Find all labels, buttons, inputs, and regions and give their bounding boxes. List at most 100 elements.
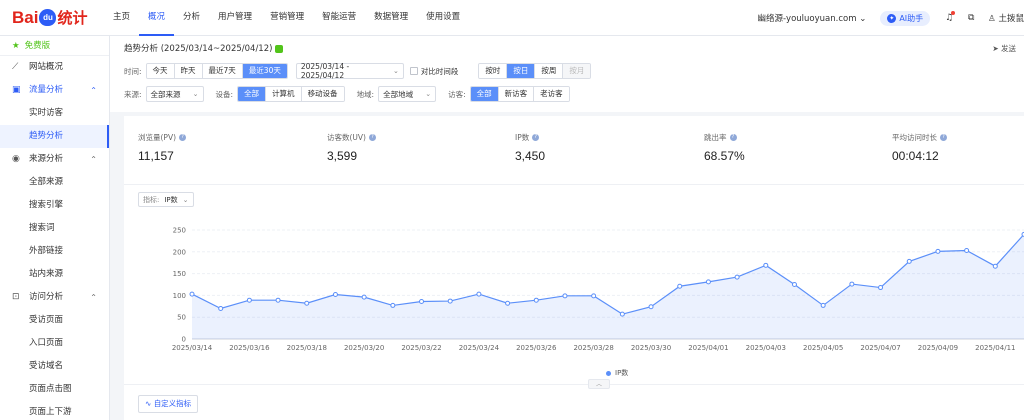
metric-card: IP数? 3,450 (515, 132, 545, 163)
data-point (533, 297, 539, 303)
x-tick-label: 2025/04/09 (918, 344, 958, 352)
sidebar-item[interactable]: 页面上下游 (0, 401, 109, 420)
sidebar-item[interactable]: 入口页面 (0, 332, 109, 355)
time-range-button[interactable]: 昨天 (173, 64, 202, 78)
data-point (677, 283, 683, 289)
metric-card: 跳出率? 68.57% (704, 132, 745, 163)
sidebar-item-label: 外部链接 (29, 246, 64, 256)
top-nav-item[interactable]: 数据管理 (365, 0, 417, 36)
region-select[interactable]: 全部地域 ⌄ (378, 86, 437, 102)
top-nav-item[interactable]: 分析 (174, 0, 209, 36)
indicator-value: IP数 (164, 195, 178, 204)
data-point (820, 302, 826, 308)
top-nav-item[interactable]: 使用设置 (417, 0, 469, 36)
sidebar-item[interactable]: 趋势分析 (0, 125, 109, 148)
data-point (361, 294, 367, 300)
sidebar-group-label: 访问分析 (29, 292, 64, 302)
time-range-button[interactable]: 今天 (146, 64, 174, 78)
sidebar-item-label: 搜索引擎 (29, 200, 64, 210)
time-range-buttons: 今天 昨天 最近7天 最近30天 (145, 63, 288, 79)
copy-icon[interactable]: ⧉ (965, 12, 977, 24)
top-nav-item[interactable]: 营销管理 (261, 0, 313, 36)
x-tick-label: 2025/03/30 (631, 344, 671, 352)
sidebar-item[interactable]: 外部链接 (0, 240, 109, 263)
x-tick-label: 2025/03/26 (516, 344, 557, 352)
y-tick-label: 200 (173, 248, 186, 256)
share-button[interactable]: ➤ 发送 (992, 43, 1016, 54)
data-point (562, 293, 568, 299)
collapse-chevron-icon[interactable]: ︿ (588, 379, 610, 389)
device-button[interactable]: 计算机 (265, 87, 301, 101)
sidebar-group[interactable]: ⊡ 访问分析 ⌃ (0, 286, 109, 309)
notification-dot (951, 11, 956, 15)
help-icon[interactable]: ? (368, 134, 376, 141)
granularity-button[interactable]: 按时 (479, 64, 507, 78)
granularity-buttons: 按时 按日 按周 按月 (478, 63, 592, 79)
user-name: 土拨鼠 (998, 14, 1024, 24)
date-range-value: 2025/03/14 - 2025/04/12 (300, 62, 350, 80)
time-range-button[interactable]: 最近30天 (241, 64, 287, 78)
visitor-button[interactable]: 全部 (470, 87, 498, 101)
sidebar-item[interactable]: 实时访客 (0, 102, 109, 125)
granularity-button[interactable]: 按月 (562, 64, 591, 78)
verified-badge-icon (275, 44, 284, 53)
y-tick-label: 0 (182, 336, 186, 344)
device-button[interactable]: 移动设备 (300, 87, 344, 101)
indicator-select[interactable]: 指标: IP数 ⌄ (138, 192, 194, 207)
page-title: 趋势分析 (2025/03/14~2025/04/12) (124, 42, 284, 54)
sidebar-item[interactable]: 全部来源 (0, 171, 109, 194)
compare-period-checkbox[interactable]: 对比时间段 (409, 66, 458, 77)
filter-panel: 趋势分析 (2025/03/14~2025/04/12) ➤ 发送 时间: 今天… (110, 36, 1024, 112)
top-nav-item[interactable]: 概况 (139, 0, 175, 36)
site-selector[interactable]: 幽络源-youluoyuan.com ⌄ (757, 12, 866, 24)
sidebar-item[interactable]: 搜索引擎 (0, 194, 109, 217)
sidebar-group[interactable]: ▣ 流量分析 ⌃ (0, 79, 109, 102)
sidebar-item-label: 站内来源 (29, 269, 64, 279)
pulse-icon: ∿ (145, 399, 152, 408)
help-icon[interactable]: ? (532, 134, 540, 141)
sidebar-group-label: 网站概况 (29, 62, 64, 72)
star-icon: ★ (12, 41, 20, 51)
help-icon[interactable]: ? (729, 134, 737, 141)
ai-assistant-button[interactable]: ✦ AI助手 (880, 10, 931, 26)
time-label: 时间: (124, 66, 142, 76)
main-content: 趋势分析 (2025/03/14~2025/04/12) ➤ 发送 时间: 今天… (110, 36, 1024, 420)
source-select[interactable]: 全部来源 ⌄ (145, 86, 204, 102)
data-point (505, 300, 511, 306)
sidebar: ★ 免费版 ⟋ 网站概况 ▣ 流量分析 ⌃ 实时访客 趋势分析 ◉ 来源分析 ⌃ 全部来源 搜索引擎 搜索… (0, 36, 110, 420)
metric-card: 平均访问时长? 00:04:12 (892, 132, 947, 163)
visitor-button[interactable]: 老访客 (533, 87, 569, 101)
chart-legend[interactable]: IP数 (606, 368, 628, 378)
x-tick-label: 2025/04/01 (688, 344, 728, 352)
sidebar-item-label: 受访页面 (29, 315, 64, 325)
metric-value: 3,450 (515, 149, 546, 163)
visitor-button[interactable]: 新访客 (497, 87, 534, 101)
date-range-picker[interactable]: 2025/03/14 - 2025/04/12 ⌄ (295, 62, 404, 80)
granularity-button[interactable]: 按日 (506, 64, 535, 78)
paw-logo-icon: du (39, 9, 57, 26)
sidebar-item[interactable]: 受访域名 (0, 355, 109, 378)
custom-indicator-button[interactable]: ∿ 自定义指标 (138, 395, 199, 413)
sidebar-item[interactable]: 搜索词 (0, 217, 109, 240)
help-icon[interactable]: ? (940, 134, 947, 141)
baidu-tongji-logo[interactable]: Bai du 统计 (12, 9, 88, 28)
user-menu[interactable]: ♙ 土拨鼠 (988, 12, 1024, 24)
logo-text-tongji: 统计 (57, 10, 88, 27)
top-nav-item[interactable]: 用户管理 (209, 0, 261, 36)
time-range-button[interactable]: 最近7天 (201, 64, 242, 78)
top-nav-item[interactable]: 主页 (104, 0, 139, 36)
bell-icon[interactable]: ♫ (943, 11, 956, 24)
sidebar-group[interactable]: ⟋ 网站概况 (0, 56, 109, 79)
top-nav-item[interactable]: 智能运营 (313, 0, 365, 36)
metric-label-text: 平均访问时长 (892, 133, 937, 142)
bar-chart-icon: ▣ (12, 85, 21, 95)
metric-label: 平均访问时长? (892, 132, 947, 143)
sidebar-item[interactable]: 页面点击图 (0, 378, 109, 401)
device-button[interactable]: 全部 (238, 87, 266, 101)
help-icon[interactable]: ? (179, 134, 187, 141)
sidebar-item[interactable]: 站内来源 (0, 263, 109, 286)
sidebar-item[interactable]: 受访页面 (0, 309, 109, 332)
checkbox-box[interactable] (409, 67, 418, 75)
sidebar-group[interactable]: ◉ 来源分析 ⌃ (0, 148, 109, 171)
granularity-button[interactable]: 按周 (534, 64, 563, 78)
